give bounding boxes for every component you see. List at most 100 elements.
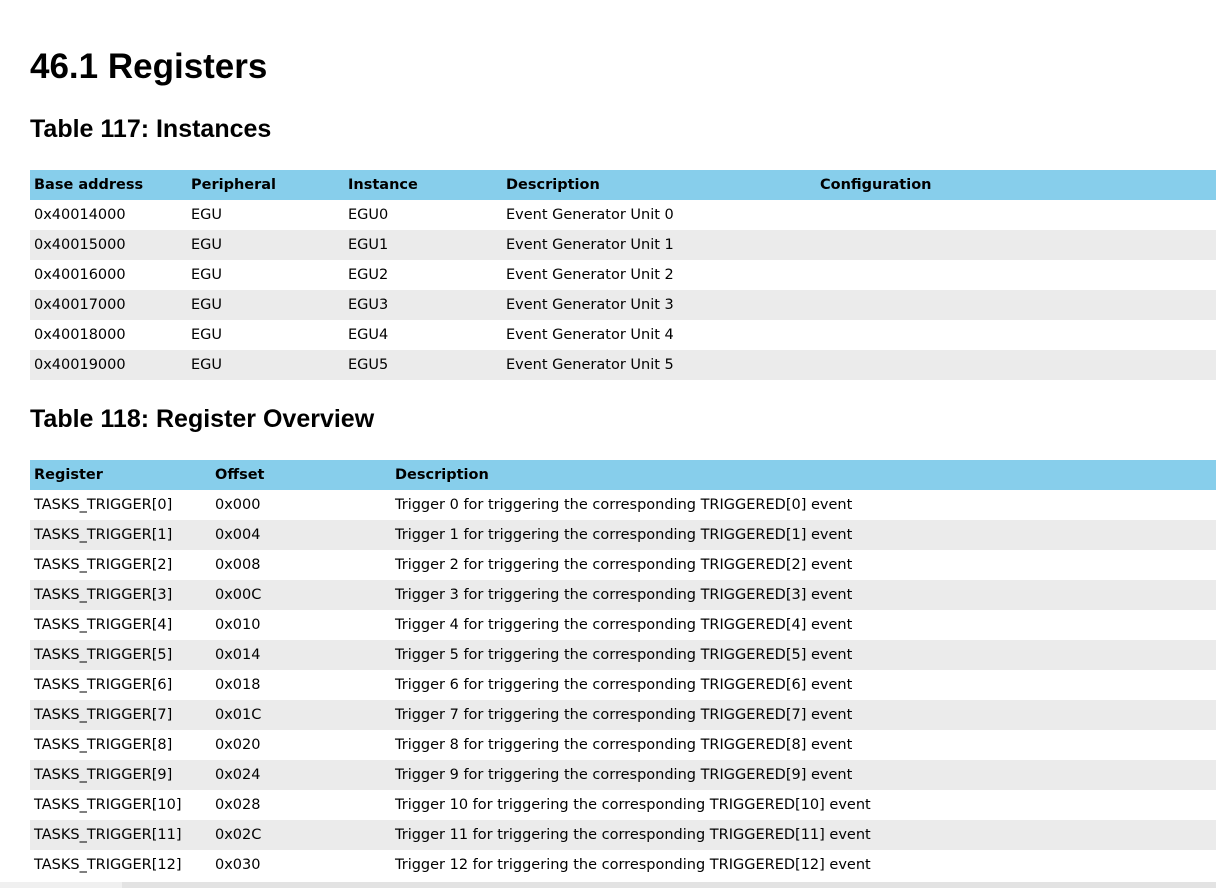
peripheral-cell: EGU [187,320,344,350]
offset-cell: 0x014 [211,640,391,670]
peripheral-cell: EGU [187,350,344,380]
register-cell: TASKS_TRIGGER[7] [30,700,211,730]
offset-cell: 0x030 [211,850,391,880]
base-address-cell: 0x40017000 [30,290,187,320]
configuration-cell [816,290,1216,320]
description-cell: Event Generator Unit 3 [502,290,816,320]
description-cell: Event Generator Unit 4 [502,320,816,350]
description-cell: Trigger 4 for triggering the correspondi… [391,610,1216,640]
base-address-cell: 0x40019000 [30,350,187,380]
description-cell: Trigger 10 for triggering the correspond… [391,790,1216,820]
column-header-peripheral: Peripheral [187,170,344,200]
offset-cell: 0x004 [211,520,391,550]
overview-header-row: Register Offset Description [30,460,1216,490]
table-row: 0x40018000 EGU EGU4 Event Generator Unit… [30,320,1216,350]
column-header-base-address: Base address [30,170,187,200]
register-cell: TASKS_TRIGGER[11] [30,820,211,850]
table-row: TASKS_TRIGGER[6] 0x018 Trigger 6 for tri… [30,670,1216,700]
table-row: TASKS_TRIGGER[4] 0x010 Trigger 4 for tri… [30,610,1216,640]
table-row: TASKS_TRIGGER[3] 0x00C Trigger 3 for tri… [30,580,1216,610]
instance-cell: EGU5 [344,350,502,380]
table-row: TASKS_TRIGGER[9] 0x024 Trigger 9 for tri… [30,760,1216,790]
table-row: TASKS_TRIGGER[5] 0x014 Trigger 5 for tri… [30,640,1216,670]
configuration-cell [816,320,1216,350]
description-cell: Trigger 3 for triggering the correspondi… [391,580,1216,610]
column-header-description: Description [391,460,1216,490]
table-row: 0x40016000 EGU EGU2 Event Generator Unit… [30,260,1216,290]
description-cell: Trigger 12 for triggering the correspond… [391,850,1216,880]
description-cell: Trigger 2 for triggering the correspondi… [391,550,1216,580]
register-cell: TASKS_TRIGGER[5] [30,640,211,670]
table-row: TASKS_TRIGGER[0] 0x000 Trigger 0 for tri… [30,490,1216,520]
column-header-instance: Instance [344,170,502,200]
table-row: TASKS_TRIGGER[1] 0x004 Trigger 1 for tri… [30,520,1216,550]
column-header-description: Description [502,170,816,200]
configuration-cell [816,200,1216,230]
register-cell: TASKS_TRIGGER[8] [30,730,211,760]
description-cell: Trigger 8 for triggering the correspondi… [391,730,1216,760]
description-cell: Trigger 0 for triggering the correspondi… [391,490,1216,520]
peripheral-cell: EGU [187,260,344,290]
register-cell: TASKS_TRIGGER[6] [30,670,211,700]
instance-cell: EGU1 [344,230,502,260]
table-row: TASKS_TRIGGER[12] 0x030 Trigger 12 for t… [30,850,1216,880]
column-header-register: Register [30,460,211,490]
base-address-cell: 0x40016000 [30,260,187,290]
register-cell: TASKS_TRIGGER[10] [30,790,211,820]
register-cell: TASKS_TRIGGER[9] [30,760,211,790]
offset-cell: 0x02C [211,820,391,850]
table-row: 0x40017000 EGU EGU3 Event Generator Unit… [30,290,1216,320]
column-header-configuration: Configuration [816,170,1216,200]
instance-cell: EGU0 [344,200,502,230]
instances-table: Base address Peripheral Instance Descrip… [30,170,1216,380]
description-cell: Trigger 7 for triggering the correspondi… [391,700,1216,730]
column-header-offset: Offset [211,460,391,490]
table-row: 0x40014000 EGU EGU0 Event Generator Unit… [30,200,1216,230]
offset-cell: 0x00C [211,580,391,610]
base-address-cell: 0x40014000 [30,200,187,230]
description-cell: Event Generator Unit 1 [502,230,816,260]
instance-cell: EGU3 [344,290,502,320]
instance-cell: EGU4 [344,320,502,350]
configuration-cell [816,260,1216,290]
description-cell: Trigger 1 for triggering the correspondi… [391,520,1216,550]
page-bottom-edge [0,882,1216,888]
description-cell: Event Generator Unit 5 [502,350,816,380]
peripheral-cell: EGU [187,290,344,320]
base-address-cell: 0x40018000 [30,320,187,350]
overview-table-caption: Table 118: Register Overview [30,405,375,433]
table-row: TASKS_TRIGGER[10] 0x028 Trigger 10 for t… [30,790,1216,820]
offset-cell: 0x01C [211,700,391,730]
offset-cell: 0x018 [211,670,391,700]
document-page: 46.1 Registers Table 117: Instances Base… [0,0,1216,888]
instances-header-row: Base address Peripheral Instance Descrip… [30,170,1216,200]
offset-cell: 0x010 [211,610,391,640]
description-cell: Trigger 5 for triggering the correspondi… [391,640,1216,670]
instance-cell: EGU2 [344,260,502,290]
register-cell: TASKS_TRIGGER[12] [30,850,211,880]
horizontal-scrollbar-track [122,882,1216,888]
description-cell: Trigger 9 for triggering the correspondi… [391,760,1216,790]
description-cell: Event Generator Unit 0 [502,200,816,230]
description-cell: Trigger 6 for triggering the correspondi… [391,670,1216,700]
register-cell: TASKS_TRIGGER[1] [30,520,211,550]
configuration-cell [816,230,1216,260]
register-cell: TASKS_TRIGGER[3] [30,580,211,610]
section-heading: 46.1 Registers [30,47,268,86]
base-address-cell: 0x40015000 [30,230,187,260]
configuration-cell [816,350,1216,380]
instances-table-caption: Table 117: Instances [30,115,272,143]
offset-cell: 0x008 [211,550,391,580]
register-overview-table: Register Offset Description TASKS_TRIGGE… [30,460,1216,880]
offset-cell: 0x024 [211,760,391,790]
table-row: 0x40015000 EGU EGU1 Event Generator Unit… [30,230,1216,260]
register-cell: TASKS_TRIGGER[4] [30,610,211,640]
peripheral-cell: EGU [187,200,344,230]
offset-cell: 0x028 [211,790,391,820]
table-row: TASKS_TRIGGER[7] 0x01C Trigger 7 for tri… [30,700,1216,730]
table-row: TASKS_TRIGGER[11] 0x02C Trigger 11 for t… [30,820,1216,850]
offset-cell: 0x000 [211,490,391,520]
register-cell: TASKS_TRIGGER[2] [30,550,211,580]
description-cell: Event Generator Unit 2 [502,260,816,290]
description-cell: Trigger 11 for triggering the correspond… [391,820,1216,850]
